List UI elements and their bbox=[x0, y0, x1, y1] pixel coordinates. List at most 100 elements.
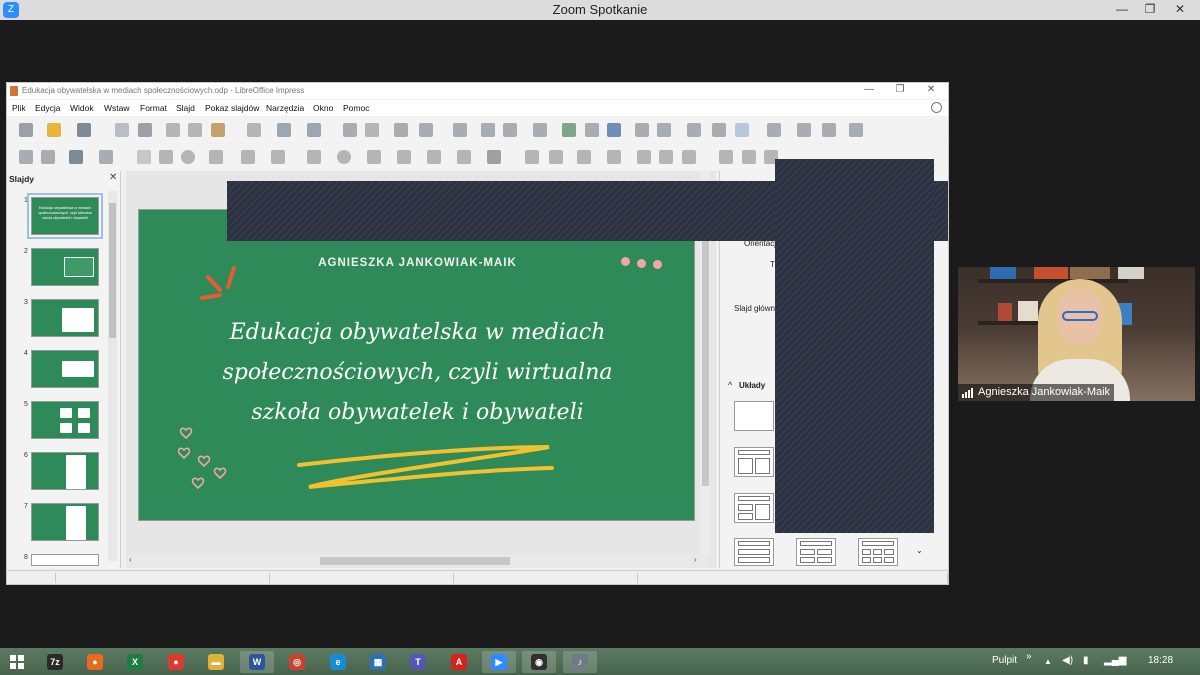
menu-edycja[interactable]: Edycja bbox=[35, 103, 61, 113]
layouts-section-title[interactable]: Układy bbox=[739, 381, 765, 390]
special-character-icon[interactable] bbox=[657, 123, 671, 137]
fontwork-icon[interactable] bbox=[687, 123, 701, 137]
show-draw-functions-icon[interactable] bbox=[735, 123, 749, 137]
edit-horizontal-scrollbar[interactable]: ‹ › bbox=[126, 555, 708, 567]
cut-icon[interactable] bbox=[166, 123, 180, 137]
layout-option-title-two-content[interactable] bbox=[734, 447, 774, 477]
layout-option-blank[interactable] bbox=[734, 401, 774, 431]
desktop-chevron-icon[interactable]: » bbox=[1026, 651, 1032, 662]
slide-thumbnail-4[interactable] bbox=[31, 350, 99, 388]
shadow-icon[interactable] bbox=[637, 150, 651, 164]
curves-icon[interactable] bbox=[241, 150, 255, 164]
hyperlink-icon[interactable] bbox=[712, 123, 726, 137]
line-icon[interactable] bbox=[137, 150, 151, 164]
slide-thumbnail-6[interactable] bbox=[31, 452, 99, 490]
sidebar-scroll-down-icon[interactable]: ⌄ bbox=[916, 546, 923, 555]
export-icon[interactable] bbox=[115, 123, 129, 137]
slide-thumbnail-7[interactable] bbox=[31, 503, 99, 541]
clone-formatting-icon[interactable] bbox=[247, 123, 261, 137]
new-icon[interactable] bbox=[19, 123, 33, 137]
new-slide-icon[interactable] bbox=[481, 123, 495, 137]
clock-time[interactable]: 18:28 bbox=[1148, 655, 1173, 666]
slide-transition-icon[interactable] bbox=[797, 123, 811, 137]
lo-close-button[interactable]: ✕ bbox=[919, 84, 943, 95]
spelling-icon[interactable] bbox=[365, 123, 379, 137]
lines-arrows-icon[interactable] bbox=[209, 150, 223, 164]
menu-pokaz-slajdow[interactable]: Pokaz slajdów bbox=[205, 103, 259, 113]
tray-expand-icon[interactable]: ▲ bbox=[1044, 657, 1052, 666]
layouts-chevron-icon[interactable]: ^ bbox=[728, 380, 732, 390]
menu-narzedzia[interactable]: Narzędzia bbox=[266, 103, 304, 113]
rectangle-icon[interactable] bbox=[159, 150, 173, 164]
menu-slajd[interactable]: Slajd bbox=[176, 103, 195, 113]
copy-icon[interactable] bbox=[188, 123, 202, 137]
battery-icon[interactable]: ▮ bbox=[1083, 655, 1089, 666]
line-color-icon[interactable] bbox=[69, 150, 83, 164]
menu-wstaw[interactable]: Wstaw bbox=[104, 103, 130, 113]
table-icon[interactable] bbox=[533, 123, 547, 137]
delete-slide-icon[interactable] bbox=[822, 123, 836, 137]
taskbar-teams-button[interactable]: T bbox=[401, 651, 435, 673]
distribute-icon[interactable] bbox=[607, 150, 621, 164]
align-icon[interactable] bbox=[549, 150, 563, 164]
menu-okno[interactable]: Okno bbox=[313, 103, 333, 113]
taskbar-obs-button[interactable]: ◉ bbox=[522, 651, 556, 673]
symbol-shapes-icon[interactable] bbox=[337, 150, 351, 164]
edit-horizontal-scrollbar-thumb[interactable] bbox=[320, 557, 510, 565]
taskbar-7z-button[interactable]: 7z bbox=[38, 651, 72, 673]
taskbar-zoom-button[interactable]: ▶ bbox=[482, 651, 516, 673]
print-icon[interactable] bbox=[138, 123, 152, 137]
filter-icon[interactable] bbox=[682, 150, 696, 164]
crop-icon[interactable] bbox=[659, 150, 673, 164]
slide-thumbnail-1[interactable]: Edukacja obywatelska w mediach społeczno… bbox=[27, 193, 103, 239]
taskbar-app-red-button[interactable]: ◎ bbox=[280, 651, 314, 673]
chart-icon[interactable] bbox=[607, 123, 621, 137]
redo-icon[interactable] bbox=[307, 123, 321, 137]
layout-option-title-2-content[interactable] bbox=[734, 538, 774, 566]
taskbar-network-button[interactable]: ▦ bbox=[361, 651, 395, 673]
slide-thumbnail-2[interactable] bbox=[31, 248, 99, 286]
open-icon[interactable] bbox=[47, 123, 61, 137]
menu-pomoc[interactable]: Pomoc bbox=[343, 103, 369, 113]
slide-thumbnail-5[interactable] bbox=[31, 401, 99, 439]
points-icon[interactable] bbox=[719, 150, 733, 164]
menu-widok[interactable]: Widok bbox=[70, 103, 94, 113]
ellipse-icon[interactable] bbox=[181, 150, 195, 164]
scroll-right-arrow-icon[interactable]: › bbox=[694, 555, 697, 564]
zoom-restore-button[interactable]: ❐ bbox=[1136, 0, 1164, 20]
zoom-minimize-button[interactable]: — bbox=[1108, 0, 1136, 20]
current-slide[interactable]: AGNIESZKA JANKOWIAK-MAIK Edukacja obywat… bbox=[138, 209, 695, 521]
media-icon[interactable] bbox=[585, 123, 599, 137]
lo-restore-button[interactable]: ❐ bbox=[888, 84, 912, 95]
save-icon[interactable] bbox=[77, 123, 91, 137]
stars-icon[interactable] bbox=[457, 150, 471, 164]
paste-icon[interactable] bbox=[211, 123, 225, 137]
undo-icon[interactable] bbox=[277, 123, 291, 137]
select-icon[interactable] bbox=[19, 150, 33, 164]
glue-points-icon[interactable] bbox=[742, 150, 756, 164]
taskbar-explorer-button[interactable]: ▬ bbox=[199, 651, 233, 673]
slides-scrollbar-thumb[interactable] bbox=[109, 203, 116, 338]
layout-option-title-6-content[interactable] bbox=[858, 538, 898, 566]
edit-vertical-scrollbar-thumb[interactable] bbox=[702, 216, 709, 486]
volume-icon[interactable]: ◀) bbox=[1062, 655, 1073, 666]
taskbar-word-button[interactable]: W bbox=[240, 651, 274, 673]
scroll-left-arrow-icon[interactable]: ‹ bbox=[129, 555, 132, 564]
display-views-icon[interactable] bbox=[419, 123, 433, 137]
presentation-icon[interactable] bbox=[767, 123, 781, 137]
master-slide-icon[interactable] bbox=[453, 123, 467, 137]
textbox-icon[interactable] bbox=[635, 123, 649, 137]
slide-layout-icon[interactable] bbox=[849, 123, 863, 137]
participant-video-tile[interactable]: Agnieszka Jankowiak-Maik bbox=[958, 267, 1195, 401]
taskbar-firefox-button[interactable]: ● bbox=[78, 651, 112, 673]
grid-icon[interactable] bbox=[394, 123, 408, 137]
flowchart-icon[interactable] bbox=[397, 150, 411, 164]
globe-icon[interactable] bbox=[931, 102, 942, 113]
layout-option-title-content-2[interactable] bbox=[734, 493, 774, 523]
slide-thumbnail-8[interactable] bbox=[31, 554, 99, 566]
callouts-icon[interactable] bbox=[427, 150, 441, 164]
desktop-toolbar-label[interactable]: Pulpit bbox=[992, 655, 1017, 666]
find-replace-icon[interactable] bbox=[343, 123, 357, 137]
slide-thumbnail-3[interactable] bbox=[31, 299, 99, 337]
basic-shapes-icon[interactable] bbox=[307, 150, 321, 164]
